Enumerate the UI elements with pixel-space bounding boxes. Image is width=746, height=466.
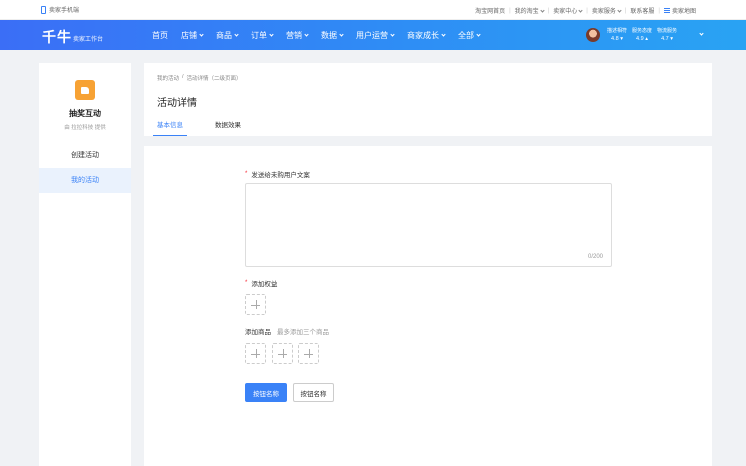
sidebar: 抽奖互动 由 拉拉科技 提供 创建活动 我的活动 bbox=[39, 63, 131, 466]
list-icon bbox=[663, 8, 670, 13]
benefit-label: * 添加权益 bbox=[245, 280, 278, 288]
nav-item-home[interactable]: 首页 bbox=[152, 30, 168, 41]
nav-item-growth[interactable]: 商家成长 bbox=[407, 30, 446, 41]
nav-item-data[interactable]: 数据 bbox=[321, 30, 344, 41]
util-link-my-taobao[interactable]: 我的淘宝 bbox=[515, 6, 545, 15]
nav-item-marketing[interactable]: 营销 bbox=[286, 30, 309, 41]
breadcrumb-my-activities[interactable]: 我的活动 bbox=[157, 74, 179, 82]
util-link-seller-center[interactable]: 卖家中心 bbox=[553, 6, 583, 15]
phone-icon bbox=[41, 5, 46, 14]
breadcrumb-separator: / bbox=[182, 74, 184, 80]
add-goods-button-1[interactable] bbox=[245, 343, 266, 364]
message-textarea[interactable]: 0/200 bbox=[245, 183, 612, 267]
add-goods-button-2[interactable] bbox=[272, 343, 293, 364]
main-nav: 千牛 卖家工作台 首页 店铺 商品 订单 营销 数据 用户运营 商家成长 全部 … bbox=[0, 20, 746, 50]
util-link-taobao-home[interactable]: 淘宝网首页 bbox=[475, 6, 505, 15]
util-link-seller-service[interactable]: 卖家服务 bbox=[592, 6, 622, 15]
tab-data-effect[interactable]: 数据效果 bbox=[215, 117, 241, 136]
char-count: 0/200 bbox=[587, 254, 603, 260]
form-panel: * 发送给未购用户文案 0/200 * 添加权益 添加商品 最多添加三个商品 按… bbox=[144, 146, 712, 466]
goods-hint: 最多添加三个商品 bbox=[277, 329, 329, 336]
utility-bar: 卖家手机端 淘宝网首页 | 我的淘宝 | 卖家中心 | 卖家服务 | 联系客服 … bbox=[0, 0, 746, 20]
page-title: 活动详情 bbox=[157, 98, 197, 109]
logo[interactable]: 千牛 bbox=[42, 27, 72, 47]
goods-label: 添加商品 最多添加三个商品 bbox=[245, 326, 329, 336]
chevron-down-icon[interactable] bbox=[699, 31, 704, 36]
add-goods-button-3[interactable] bbox=[298, 343, 319, 364]
chevron-down-icon bbox=[304, 32, 309, 37]
utility-links: 淘宝网首页 | 我的淘宝 | 卖家中心 | 卖家服务 | 联系客服 | 卖家地图 bbox=[475, 6, 696, 16]
chevron-down-icon bbox=[390, 32, 395, 37]
chevron-down-icon bbox=[234, 32, 239, 37]
seller-mobile-label: 卖家手机端 bbox=[49, 8, 80, 14]
tab-basic-info[interactable]: 基本信息 bbox=[153, 117, 187, 136]
score-logistics: 物流服务 4.7 ▾ bbox=[657, 28, 678, 42]
nav-menu: 首页 店铺 商品 订单 营销 数据 用户运营 商家成长 全部 bbox=[152, 30, 493, 41]
page-header: 我的活动 / 活动详情（二级页面） 活动详情 基本信息 数据效果 bbox=[144, 63, 712, 136]
chevron-down-icon bbox=[617, 8, 622, 13]
chevron-down-icon bbox=[199, 32, 204, 37]
breadcrumb-current: 活动详情（二级页面） bbox=[186, 76, 242, 82]
tabs: 基本信息 数据效果 bbox=[153, 117, 269, 136]
chevron-down-icon bbox=[578, 8, 583, 13]
app-name: 抽奖互动 bbox=[69, 109, 101, 118]
chevron-down-icon bbox=[540, 8, 545, 13]
add-benefit-button[interactable] bbox=[245, 294, 266, 315]
chevron-down-icon bbox=[339, 32, 344, 37]
nav-item-all[interactable]: 全部 bbox=[458, 30, 481, 41]
secondary-button[interactable]: 按钮名称 bbox=[293, 383, 334, 402]
breadcrumb: 我的活动 / 活动详情（二级页面） bbox=[157, 74, 242, 82]
app-provider: 由 拉拉科技 提供 bbox=[64, 125, 106, 131]
score-description: 描述相符 4.8 ▾ bbox=[607, 28, 628, 42]
shop-scores[interactable]: 描述相符 4.8 ▾ 服务态度 4.9 ▴ 物流服务 4.7 ▾ bbox=[607, 27, 677, 42]
util-link-contact-service[interactable]: 联系客服 bbox=[630, 6, 654, 15]
util-link-sitemap[interactable]: 卖家地图 bbox=[663, 6, 696, 15]
message-label: * 发送给未购用户文案 bbox=[245, 171, 310, 179]
seller-mobile-link[interactable]: 卖家手机端 bbox=[41, 5, 79, 14]
score-service: 服务态度 4.9 ▴ bbox=[632, 28, 653, 42]
chevron-down-icon bbox=[476, 32, 481, 37]
logo-subtitle: 卖家工作台 bbox=[73, 37, 104, 43]
chevron-down-icon bbox=[269, 32, 274, 37]
required-mark: * bbox=[245, 280, 248, 286]
nav-item-user-ops[interactable]: 用户运营 bbox=[356, 30, 395, 41]
sidebar-item-my-activities[interactable]: 我的活动 bbox=[39, 168, 131, 193]
required-mark: * bbox=[245, 171, 248, 177]
nav-item-orders[interactable]: 订单 bbox=[251, 30, 274, 41]
chevron-down-icon bbox=[441, 32, 446, 37]
nav-item-goods[interactable]: 商品 bbox=[216, 30, 239, 41]
nav-item-shop[interactable]: 店铺 bbox=[181, 30, 204, 41]
sidebar-item-create-activity[interactable]: 创建活动 bbox=[39, 143, 131, 168]
puzzle-icon bbox=[75, 80, 95, 100]
primary-button[interactable]: 按钮名称 bbox=[245, 383, 287, 402]
avatar[interactable] bbox=[586, 28, 600, 42]
